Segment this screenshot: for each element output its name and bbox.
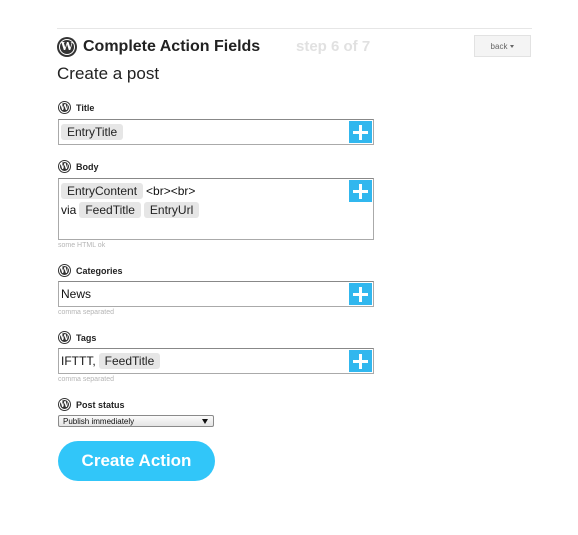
- ingredient-token-entrycontent[interactable]: EntryContent: [61, 182, 144, 199]
- categories-hint: comma separated: [58, 309, 115, 316]
- title-label: W Title: [58, 101, 94, 114]
- tags-label: W Tags: [58, 331, 96, 344]
- create-action-button[interactable]: Create Action: [58, 441, 215, 481]
- page-header: W Complete Action Fields: [57, 36, 260, 58]
- action-subtitle: Create a post: [57, 64, 160, 83]
- post-status-select[interactable]: Publish immediately: [58, 415, 214, 427]
- back-button[interactable]: back: [474, 35, 531, 57]
- body-field-content: EntryContent <br><br> via FeedTitle Entr…: [61, 181, 343, 219]
- categories-field[interactable]: News: [58, 281, 374, 307]
- ingredient-token-entrytitle[interactable]: EntryTitle: [61, 123, 124, 140]
- body-text-br: <br><br>: [146, 183, 196, 198]
- categories-label-text: Categories: [76, 265, 123, 276]
- title-field[interactable]: EntryTitle: [58, 119, 374, 145]
- body-label-text: Body: [76, 161, 99, 172]
- triangle-down-icon: [202, 419, 208, 424]
- body-text-via: via: [61, 202, 77, 217]
- ingredient-token-feedtitle[interactable]: FeedTitle: [79, 201, 141, 218]
- post-status-label-text: Post status: [76, 399, 125, 410]
- wordpress-icon: W: [58, 160, 71, 173]
- wordpress-icon: W: [57, 37, 77, 57]
- tags-text: IFTTT,: [61, 353, 96, 368]
- tags-label-text: Tags: [76, 332, 97, 343]
- ingredient-token-feedtitle[interactable]: FeedTitle: [98, 352, 161, 369]
- body-hint: some HTML ok: [58, 242, 106, 249]
- add-ingredient-plus-icon[interactable]: [349, 121, 372, 143]
- body-label: W Body: [58, 160, 99, 173]
- add-ingredient-plus-icon[interactable]: [349, 350, 372, 372]
- caret-down-icon: [510, 44, 515, 48]
- categories-value: News: [61, 286, 92, 301]
- wordpress-icon: W: [58, 331, 71, 344]
- page-title: Complete Action Fields: [83, 38, 261, 55]
- body-field[interactable]: EntryContent <br><br> via FeedTitle Entr…: [58, 178, 374, 240]
- add-ingredient-plus-icon[interactable]: [349, 283, 372, 305]
- header-divider: [57, 28, 532, 29]
- wordpress-icon: W: [58, 398, 71, 411]
- categories-field-content: News: [61, 284, 343, 303]
- ingredient-token-entryurl[interactable]: EntryUrl: [143, 201, 200, 218]
- categories-label: W Categories: [58, 264, 123, 277]
- wordpress-icon: W: [58, 101, 71, 114]
- wordpress-icon: W: [58, 264, 71, 277]
- back-button-label: back: [490, 41, 508, 51]
- add-ingredient-plus-icon[interactable]: [349, 180, 372, 202]
- tags-hint: comma separated: [58, 376, 115, 383]
- step-indicator: step 6 of 7: [296, 38, 371, 55]
- title-label-text: Title: [76, 102, 95, 113]
- title-field-content: EntryTitle: [61, 122, 343, 141]
- tags-field-content: IFTTT, FeedTitle: [61, 351, 343, 370]
- post-status-label: W Post status: [58, 398, 125, 411]
- post-status-selected: Publish immediately: [63, 416, 135, 426]
- tags-field[interactable]: IFTTT, FeedTitle: [58, 348, 374, 374]
